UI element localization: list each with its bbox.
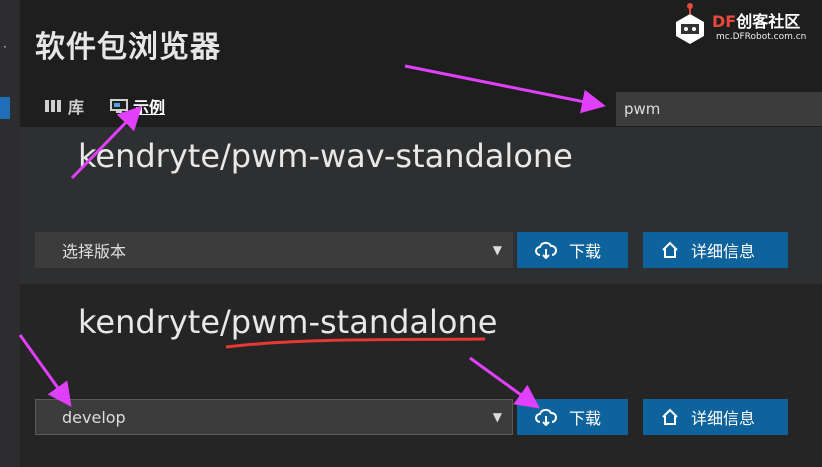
library-icon [45,100,61,112]
package-name: kendryte/pwm-wav-standalone [78,137,573,175]
watermark-url: mc.DFRobot.com.cn [716,32,807,42]
example-icon [110,99,128,113]
details-button[interactable]: 详细信息 [643,399,788,435]
caret-down-icon: ▼ [492,243,502,257]
activity-indicator[interactable] [0,97,10,119]
version-select-value: develop [62,407,126,427]
download-label: 下载 [569,409,602,428]
download-button[interactable]: 下载 [517,399,628,435]
details-button[interactable]: 详细信息 [643,232,788,268]
tab-library-label: 库 [68,98,85,117]
tab-examples-label: 示例 [133,98,166,117]
details-label: 详细信息 [691,409,756,428]
package-name: kendryte/pwm-standalone [78,303,498,341]
robot-logo-icon [676,3,704,44]
cloud-download-icon [535,408,557,426]
download-button[interactable]: 下载 [517,232,628,268]
activity-bar: · [0,0,20,467]
watermark-brand: DF创客社区 [712,12,801,31]
version-select-value: 选择版本 [62,242,127,261]
details-label: 详细信息 [691,242,756,261]
dfrobot-watermark: DF创客社区 mc.DFRobot.com.cn [670,2,820,48]
search-input[interactable] [616,92,822,126]
tab-library[interactable]: 库 [45,94,84,118]
version-select[interactable]: 选择版本 ▼ [35,232,513,268]
version-select[interactable]: develop ▼ [35,399,513,435]
page-title: 软件包浏览器 [35,30,221,65]
activity-dot: · [3,40,7,54]
home-icon [662,241,678,258]
caret-down-icon: ▼ [492,410,502,424]
tab-examples[interactable]: 示例 [110,94,165,118]
home-icon [662,408,678,425]
download-label: 下载 [569,242,602,261]
cloud-download-icon [535,241,557,259]
